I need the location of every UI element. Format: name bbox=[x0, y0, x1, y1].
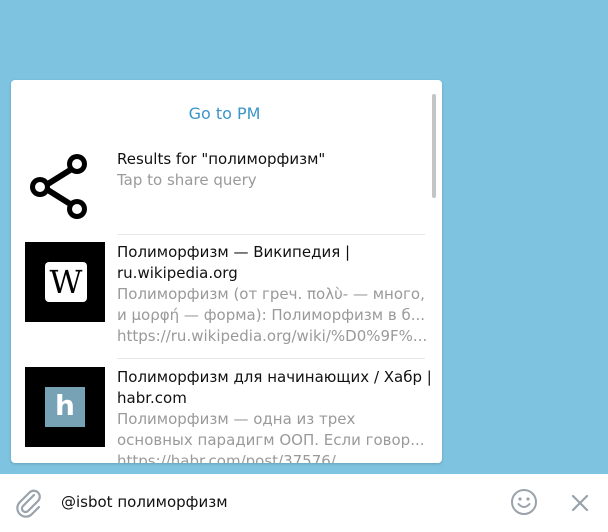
share-query-item[interactable]: Results for "полиморфизм" Tap to share q… bbox=[25, 149, 425, 229]
smile-icon[interactable] bbox=[510, 488, 538, 516]
go-to-pm-button[interactable]: Go to PM bbox=[11, 104, 438, 123]
divider bbox=[117, 358, 425, 359]
result-url: https://habr.com/post/37576/ bbox=[117, 452, 336, 463]
share-icon bbox=[25, 149, 105, 229]
share-subtitle: Tap to share query bbox=[117, 171, 257, 189]
result-item-habr[interactable]: h Полиморфизм для начинающих / Хабр | ha… bbox=[25, 367, 432, 463]
result-description-line: Полиморфизм (от греч. πολὺ- — много, bbox=[117, 285, 425, 303]
wikipedia-thumbnail: W bbox=[25, 242, 105, 322]
close-icon[interactable] bbox=[568, 491, 592, 515]
share-title: Results for "полиморфизм" bbox=[117, 150, 326, 168]
paperclip-icon[interactable] bbox=[14, 488, 44, 518]
inline-results-popup: Go to PM Results for "полиморфизм" Tap t… bbox=[11, 80, 442, 463]
result-description-line: Полиморфизм — одна из трех bbox=[117, 410, 356, 428]
divider bbox=[117, 234, 425, 235]
result-description-line: и μορφή — форма): Полиморфизм в б... bbox=[117, 306, 426, 324]
message-input[interactable]: @isbot полиморфизм bbox=[61, 493, 228, 511]
result-url: https://ru.wikipedia.org/wiki/%D0%9F%... bbox=[117, 327, 428, 345]
habr-thumbnail: h bbox=[25, 367, 105, 447]
result-description-line: основных парадигм ООП. Если говор... bbox=[117, 431, 425, 449]
result-item-wikipedia[interactable]: W Полиморфизм — Википедия | ru.wikipedia… bbox=[25, 242, 427, 345]
message-input-bar: @isbot полиморфизм bbox=[0, 474, 608, 532]
wikipedia-icon: W bbox=[45, 262, 87, 302]
result-title: Полиморфизм для начинающих / Хабр | habr… bbox=[117, 368, 432, 407]
result-title: Полиморфизм — Википедия | ru.wikipedia.o… bbox=[117, 243, 351, 282]
habr-icon: h bbox=[45, 387, 85, 427]
